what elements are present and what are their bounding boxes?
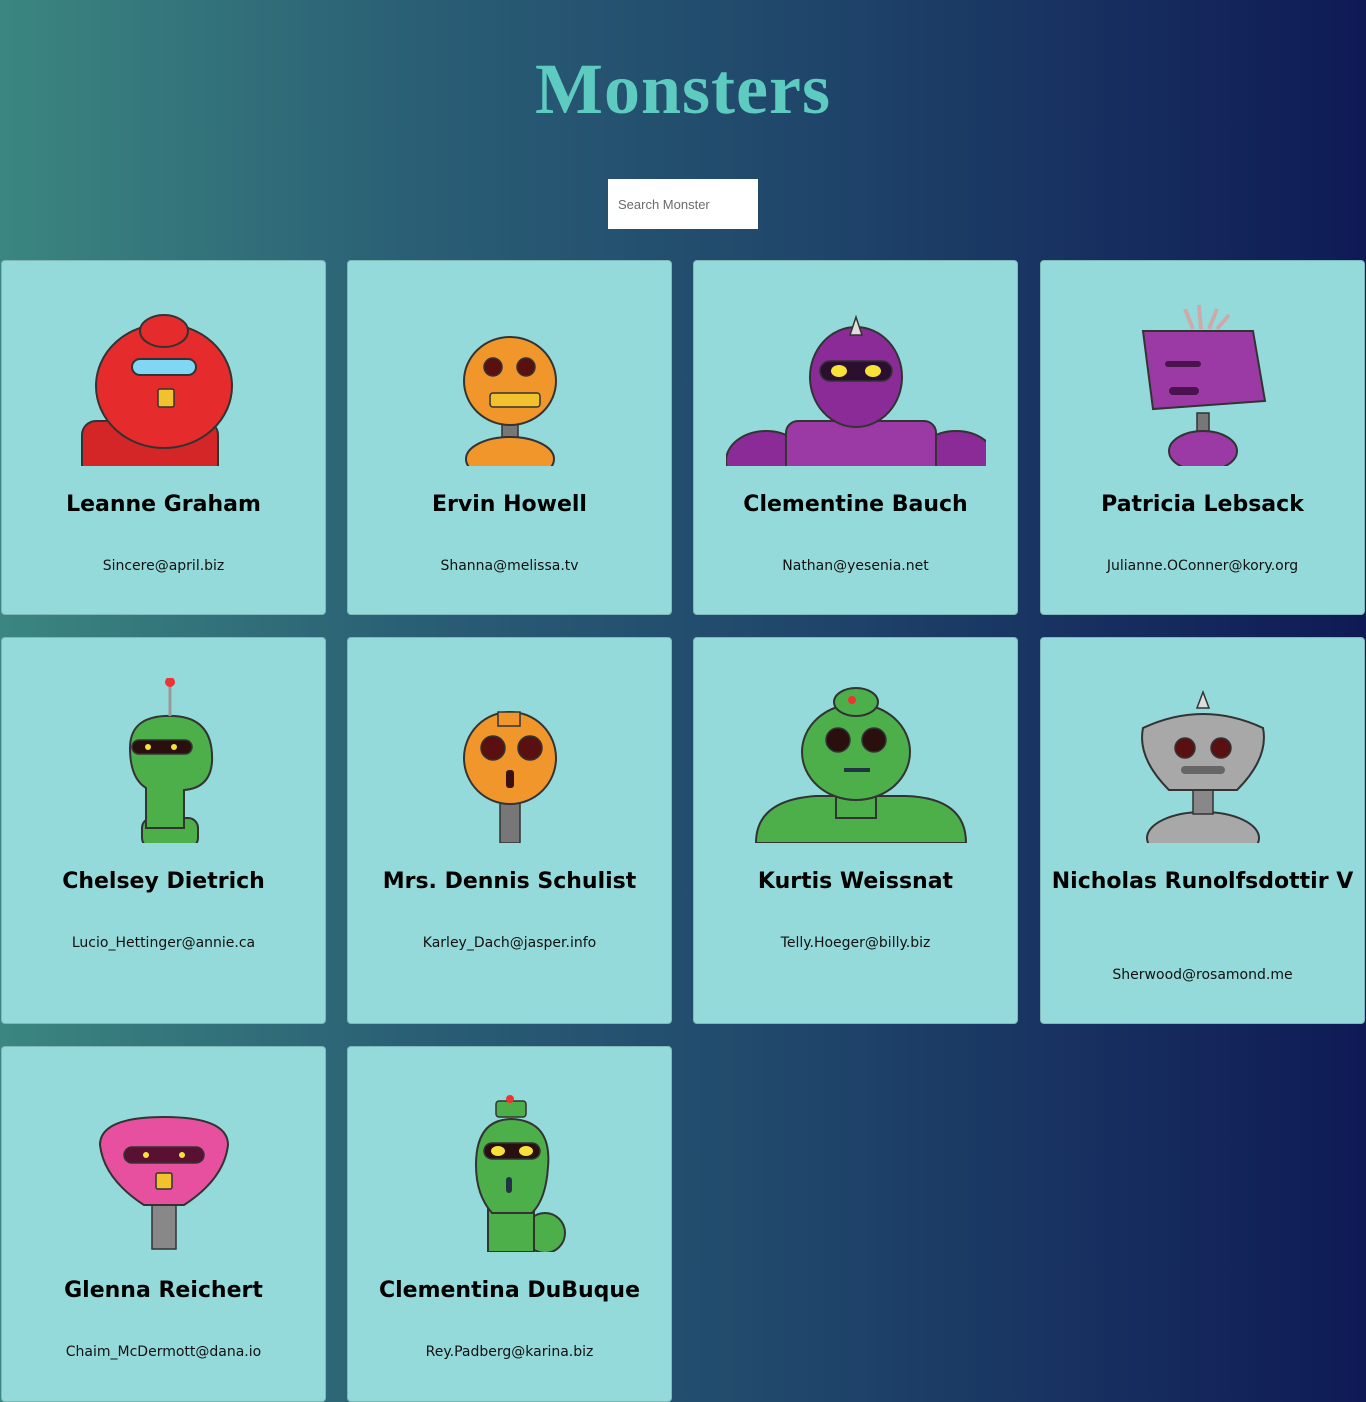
monster-card[interactable]: Glenna Reichert Chaim_McDermott@dana.io [1,1046,326,1402]
monster-card[interactable]: Nicholas Runolfsdottir V Sherwood@rosamo… [1040,637,1365,1024]
monster-name: Chelsey Dietrich [62,869,265,894]
monster-name: Ervin Howell [432,492,587,517]
monster-name: Patricia Lebsack [1101,492,1304,517]
monster-card[interactable]: Leanne Graham Sincere@april.biz [1,260,326,615]
robot-avatar-icon [1073,678,1333,843]
monster-card[interactable]: Ervin Howell Shanna@melissa.tv [347,260,672,615]
monster-name: Nicholas Runolfsdottir V [1051,869,1354,894]
robot-avatar-icon [380,301,640,466]
monster-card[interactable]: Chelsey Dietrich Lucio_Hettinger@annie.c… [1,637,326,1024]
monster-email: Shanna@melissa.tv [440,558,579,574]
monster-email: Sherwood@rosamond.me [1112,967,1293,983]
monster-name: Kurtis Weissnat [757,869,954,894]
robot-avatar-icon [34,678,294,843]
robot-avatar-icon [1073,301,1333,466]
robot-avatar-icon [380,1087,640,1252]
robot-avatar-icon [725,301,986,466]
monster-name: Glenna Reichert [64,1278,263,1303]
robot-avatar-icon [726,678,986,843]
monster-card[interactable]: Patricia Lebsack Julianne.OConner@kory.o… [1040,260,1365,615]
monster-name: Clementine Bauch [743,492,968,517]
monster-email: Telly.Hoeger@billy.biz [780,935,931,951]
monster-card[interactable]: Clementine Bauch Nathan@yesenia.net [693,260,1018,615]
monster-card[interactable]: Clementina DuBuque Rey.Padberg@karina.bi… [347,1046,672,1402]
monster-card[interactable]: Mrs. Dennis Schulist Karley_Dach@jasper.… [347,637,672,1024]
monster-name: Leanne Graham [66,492,261,517]
search-input[interactable] [608,179,758,229]
monster-email: Lucio_Hettinger@annie.ca [71,935,256,951]
monster-email: Nathan@yesenia.net [782,558,929,574]
monster-card[interactable]: Kurtis Weissnat Telly.Hoeger@billy.biz [693,637,1018,1024]
monster-email: Julianne.OConner@kory.org [1106,558,1299,574]
monster-email: Chaim_McDermott@dana.io [65,1344,262,1360]
robot-avatar-icon [34,1087,294,1252]
monster-email: Karley_Dach@jasper.info [422,935,597,951]
page-title: Monsters [535,49,831,129]
monster-name: Mrs. Dennis Schulist [382,869,637,894]
monster-email: Rey.Padberg@karina.biz [425,1344,594,1360]
robot-avatar-icon [34,301,294,466]
robot-avatar-icon [380,678,640,843]
monster-email: Sincere@april.biz [102,558,225,574]
monster-name: Clementina DuBuque [378,1278,641,1303]
